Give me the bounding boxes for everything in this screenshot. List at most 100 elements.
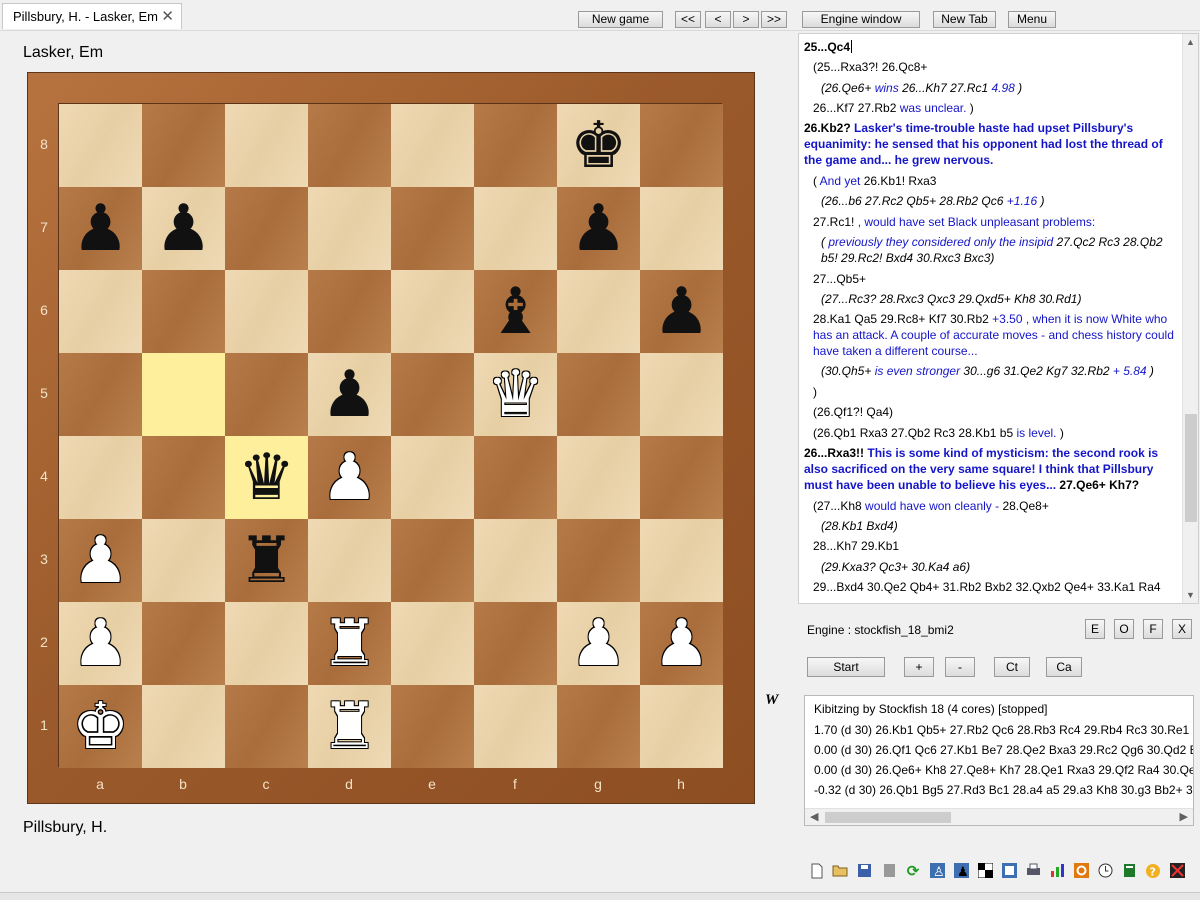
square-g3[interactable] (557, 519, 640, 602)
square-g6[interactable] (557, 270, 640, 353)
square-e4[interactable] (391, 436, 474, 519)
save-icon[interactable] (855, 863, 873, 881)
variation-line[interactable]: (26.Qe6+ wins 26...Kh7 27.Rc1 4.98 ) (821, 80, 1022, 96)
square-f3[interactable] (474, 519, 557, 602)
move-line[interactable]: 25...Qc4 (804, 39, 853, 55)
white-pawn-icon[interactable]: ♟ (640, 602, 723, 685)
square-b1[interactable] (142, 685, 225, 768)
main-move-comment[interactable]: 26...Rxa3!! This is some kind of mystici… (804, 445, 1182, 493)
square-d3[interactable] (308, 519, 391, 602)
square-f2[interactable] (474, 602, 557, 685)
book-icon[interactable] (1120, 863, 1138, 881)
engine-plus-button[interactable]: + (904, 657, 934, 677)
variation-line[interactable]: (27...Rc3? 28.Rxc3 Qxc3 29.Qxd5+ Kh8 30.… (821, 291, 1081, 307)
black-pawn-icon[interactable]: ♟ (59, 187, 142, 270)
help-icon[interactable]: ? (1144, 863, 1162, 881)
engine-f-button[interactable]: F (1143, 619, 1163, 639)
white-king-icon[interactable]: ♚ (59, 685, 142, 768)
engine-start-button[interactable]: Start (807, 657, 885, 677)
variation-line[interactable]: 28...Kh7 29.Kb1 (813, 538, 899, 554)
square-b8[interactable] (142, 104, 225, 187)
square-b5[interactable] (142, 353, 225, 436)
square-g1[interactable] (557, 685, 640, 768)
white-pawn-icon[interactable]: ♟ (557, 602, 640, 685)
square-e3[interactable] (391, 519, 474, 602)
chart-icon[interactable] (1048, 863, 1066, 881)
square-e2[interactable] (391, 602, 474, 685)
notation-scrollbar[interactable]: ▲ ▼ (1182, 34, 1198, 603)
engine-line[interactable]: 1.70 (d 30) 26.Kb1 Qb5+ 27.Rb2 Qc6 28.Rb… (814, 723, 1193, 737)
engine-line[interactable]: 0.00 (d 30) 26.Qe6+ Kh8 27.Qe8+ Kh7 28.Q… (814, 763, 1193, 777)
square-a5[interactable] (59, 353, 142, 436)
menu-button[interactable]: Menu (1008, 11, 1056, 28)
variation-line[interactable]: (27...Kh8 would have won cleanly - 28.Qe… (813, 498, 1049, 514)
black-pawn-icon[interactable]: ♟ (557, 187, 640, 270)
white-pawn-icon[interactable]: ♟ (59, 602, 142, 685)
white-rook-icon[interactable]: ♜ (308, 685, 391, 768)
white-queen-icon[interactable]: ♛ (474, 353, 557, 436)
square-h8[interactable] (640, 104, 723, 187)
engine-line[interactable]: 0.00 (d 30) 26.Qf1 Qc6 27.Kb1 Be7 28.Qe2… (814, 743, 1193, 757)
chess-board[interactable]: ♚ ♟ ♟ ♟ ♝ ♟ ♟ ♛ ♛ ♟ ♟ ♜ ♟ ♜ ♟ ♟ ♚ ♜ (58, 103, 723, 768)
variation-line[interactable]: 26...Kf7 27.Rb2 was unclear. ) (813, 100, 974, 116)
square-f4[interactable] (474, 436, 557, 519)
white-pawn-icon[interactable]: ♟ (59, 519, 142, 602)
white-piece-icon[interactable]: ♙ (928, 863, 946, 881)
main-move-comment[interactable]: 26.Kb2? Lasker's time-trouble haste had … (804, 120, 1180, 168)
black-king-icon[interactable]: ♚ (557, 104, 640, 187)
printer-icon[interactable] (1024, 863, 1042, 881)
engine-line[interactable]: -0.32 (d 30) 26.Qb1 Bg5 27.Rd3 Bc1 28.a4… (814, 783, 1193, 797)
square-d7[interactable] (308, 187, 391, 270)
square-e1[interactable] (391, 685, 474, 768)
square-a4[interactable] (59, 436, 142, 519)
engine-window-button[interactable]: Engine window (802, 11, 920, 28)
new-tab-button[interactable]: New Tab (933, 11, 996, 28)
variation-line[interactable]: 29...Bxd4 30.Qe2 Qb4+ 31.Rb2 Bxb2 32.Qxb… (813, 579, 1161, 595)
variation-line[interactable]: 27...Qb5+ (813, 271, 866, 287)
square-h1[interactable] (640, 685, 723, 768)
square-f1[interactable] (474, 685, 557, 768)
square-f8[interactable] (474, 104, 557, 187)
black-rook-icon[interactable]: ♜ (225, 519, 308, 602)
scroll-left-icon[interactable]: ◀ (810, 810, 818, 823)
kibitz-horizontal-scrollbar[interactable]: ◀ ▶ (805, 808, 1193, 825)
variation-line[interactable]: (26.Qf1?! Qa4) (813, 404, 893, 420)
current-move[interactable]: 25...Qc4 (804, 40, 850, 54)
square-h7[interactable] (640, 187, 723, 270)
square-d6[interactable] (308, 270, 391, 353)
scroll-down-icon[interactable]: ▼ (1186, 590, 1195, 600)
black-piece-icon[interactable]: ♟ (952, 863, 970, 881)
black-queen-icon[interactable]: ♛ (225, 436, 308, 519)
orange-square-icon[interactable] (1072, 863, 1090, 881)
square-e8[interactable] (391, 104, 474, 187)
variation-line[interactable]: (30.Qh5+ is even stronger 30...g6 31.Qe2… (821, 363, 1154, 379)
engine-o-button[interactable]: O (1114, 619, 1134, 639)
prev-move-button[interactable]: < (705, 11, 731, 28)
square-h5[interactable] (640, 353, 723, 436)
square-f7[interactable] (474, 187, 557, 270)
scrollbar-thumb[interactable] (1185, 414, 1197, 522)
new-doc-icon[interactable] (808, 863, 826, 881)
engine-ca-button[interactable]: Ca (1046, 657, 1082, 677)
scroll-up-icon[interactable]: ▲ (1186, 37, 1195, 47)
engine-close-button[interactable]: X (1172, 619, 1192, 639)
square-c8[interactable] (225, 104, 308, 187)
black-pawn-icon[interactable]: ♟ (142, 187, 225, 270)
square-e5[interactable] (391, 353, 474, 436)
square-e7[interactable] (391, 187, 474, 270)
close-tab-icon[interactable]: ✕ (161, 7, 174, 25)
variation-line[interactable]: (28.Kb1 Bxd4) (821, 518, 898, 534)
black-bishop-icon[interactable]: ♝ (474, 270, 557, 353)
square-g5[interactable] (557, 353, 640, 436)
refresh-icon[interactable]: ⟳ (904, 863, 922, 881)
square-b2[interactable] (142, 602, 225, 685)
square-c2[interactable] (225, 602, 308, 685)
open-folder-icon[interactable] (831, 863, 849, 881)
engine-minus-button[interactable]: - (945, 657, 975, 677)
square-c6[interactable] (225, 270, 308, 353)
white-rook-icon[interactable]: ♜ (308, 602, 391, 685)
grey-doc-icon[interactable] (880, 863, 898, 881)
scroll-right-icon[interactable]: ▶ (1180, 810, 1188, 823)
square-d8[interactable] (308, 104, 391, 187)
notation-panel[interactable]: 25...Qc4 (25...Rxa3?! 26.Qc8+ (26.Qe6+ w… (798, 33, 1199, 604)
